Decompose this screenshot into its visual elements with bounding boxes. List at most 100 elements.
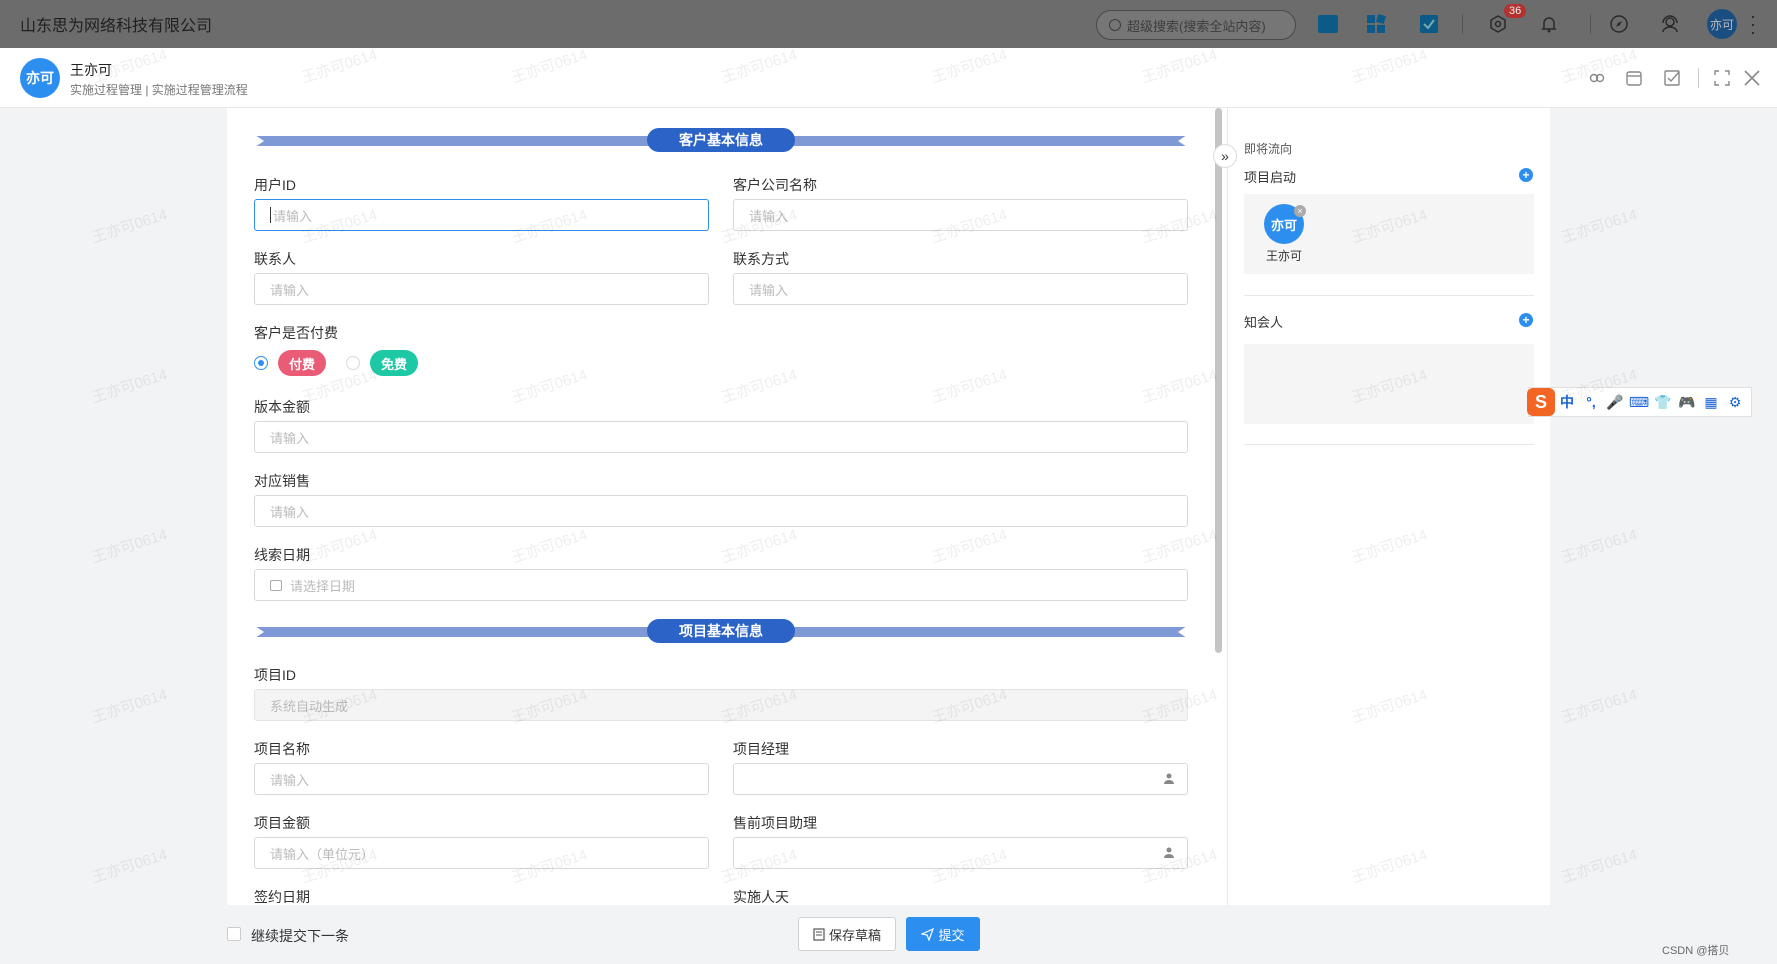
project-amount-input[interactable]: 请输入（单位元） bbox=[254, 837, 709, 869]
section-title: 项目基本信息 bbox=[647, 619, 795, 643]
watermark-text: 王亦可0614 bbox=[1559, 526, 1640, 567]
bell-icon[interactable] bbox=[1537, 12, 1561, 36]
document-icon bbox=[813, 927, 825, 941]
project-id-input: 系统自动生成 bbox=[254, 689, 1188, 721]
project-name-input[interactable]: 请输入 bbox=[254, 763, 709, 795]
sogou-logo: S bbox=[1527, 388, 1555, 416]
contact-method-input[interactable]: 请输入 bbox=[733, 273, 1188, 305]
breadcrumb: 实施过程管理 | 实施过程管理流程 bbox=[70, 83, 248, 97]
continue-label: 继续提交下一条 bbox=[251, 928, 349, 944]
applicant-name: 王亦可 bbox=[70, 62, 112, 78]
user-icon bbox=[1163, 846, 1175, 861]
remove-assignee-icon[interactable]: × bbox=[1294, 205, 1306, 217]
version-amount-input[interactable]: 请输入 bbox=[254, 421, 1188, 453]
presales-assistant-picker[interactable] bbox=[733, 837, 1188, 869]
user-id-label: 用户ID bbox=[254, 177, 296, 193]
cc-box bbox=[1244, 344, 1534, 424]
add-cc-icon[interactable]: + bbox=[1519, 313, 1533, 327]
divider bbox=[1244, 295, 1534, 296]
project-name-label: 项目名称 bbox=[254, 741, 310, 757]
save-draft-button[interactable]: 保存草稿 bbox=[798, 917, 896, 951]
radio-paid[interactable] bbox=[254, 356, 268, 370]
watermark-text: 王亦可0614 bbox=[89, 846, 170, 887]
compass-icon[interactable] bbox=[1607, 12, 1631, 36]
applicant-avatar: 亦可 bbox=[20, 58, 60, 98]
watermark-text: 王亦可0614 bbox=[1559, 686, 1640, 727]
add-assignee-icon[interactable]: + bbox=[1519, 168, 1533, 182]
credit-text: CSDN @搭贝 bbox=[1662, 945, 1730, 957]
calendar-icon bbox=[270, 579, 282, 591]
project-manager-picker[interactable] bbox=[733, 763, 1188, 795]
game-icon[interactable]: 🎮 bbox=[1675, 394, 1699, 411]
support-agent-icon[interactable] bbox=[1658, 12, 1682, 36]
sign-date-label: 签约日期 bbox=[254, 889, 310, 905]
watermark-text: 王亦可0614 bbox=[1559, 846, 1640, 887]
radio-free[interactable] bbox=[346, 356, 360, 370]
global-search-input[interactable]: 超级搜索(搜索全站内容) bbox=[1096, 10, 1296, 40]
assignee-name: 王亦可 bbox=[1266, 249, 1303, 263]
company-name-label: 客户公司名称 bbox=[733, 177, 817, 193]
section-banner-customer: 客户基本信息 bbox=[252, 128, 1190, 154]
search-icon bbox=[1109, 19, 1121, 31]
user-avatar[interactable]: 亦可 bbox=[1707, 9, 1737, 39]
toolbox-icon[interactable]: ▦ bbox=[1699, 394, 1723, 411]
project-manager-label: 项目经理 bbox=[733, 741, 789, 757]
sales-input[interactable]: 请输入 bbox=[254, 495, 1188, 527]
tag-paid[interactable]: 付费 bbox=[278, 350, 326, 376]
watermark-text: 王亦可0614 bbox=[89, 366, 170, 407]
flow-title: 即将流向 bbox=[1244, 142, 1293, 156]
apps-grid-icon[interactable] bbox=[1364, 12, 1388, 36]
watermark-text: 王亦可0614 bbox=[89, 526, 170, 567]
lead-date-label: 线索日期 bbox=[254, 547, 310, 563]
calendar-icon[interactable] bbox=[1624, 68, 1644, 88]
send-icon bbox=[921, 927, 935, 941]
search-placeholder: 超级搜索(搜索全站内容) bbox=[1127, 18, 1266, 34]
user-id-input[interactable]: 请输入 bbox=[254, 199, 709, 231]
project-id-label: 项目ID bbox=[254, 667, 296, 683]
user-icon bbox=[1163, 772, 1175, 787]
collapse-panel-button[interactable]: » bbox=[1213, 144, 1237, 168]
company-name: 山东思为网络科技有限公司 bbox=[20, 18, 213, 35]
top-app-bar: 山东思为网络科技有限公司 超级搜索(搜索全站内容) 36 亦可 · · · bbox=[0, 0, 1777, 48]
tag-free[interactable]: 免费 bbox=[370, 350, 418, 376]
watermark-text: 王亦可0614 bbox=[89, 686, 170, 727]
version-amount-label: 版本金额 bbox=[254, 399, 310, 415]
contact-input[interactable]: 请输入 bbox=[254, 273, 709, 305]
section-banner-project: 项目基本信息 bbox=[252, 619, 1190, 645]
watermark-text: 王亦可0614 bbox=[89, 206, 170, 247]
checkbox-icon[interactable] bbox=[1662, 68, 1682, 88]
presales-assistant-label: 售前项目助理 bbox=[733, 815, 817, 831]
ime-punctuation[interactable]: °, bbox=[1579, 394, 1603, 410]
sales-label: 对应销售 bbox=[254, 473, 310, 489]
lead-date-picker[interactable]: 请选择日期 bbox=[254, 569, 1188, 601]
watermark-text: 王亦可0614 bbox=[1559, 206, 1640, 247]
panel-divider bbox=[1227, 108, 1228, 905]
more-vertical-icon[interactable]: · · · bbox=[1750, 7, 1756, 41]
microphone-icon[interactable]: 🎤 bbox=[1603, 394, 1627, 411]
company-name-input[interactable]: 请输入 bbox=[733, 199, 1188, 231]
process-header: 亦可 王亦可 实施过程管理 | 实施过程管理流程 bbox=[0, 48, 1777, 108]
task-check-icon[interactable] bbox=[1417, 12, 1441, 36]
section-title: 客户基本信息 bbox=[647, 128, 795, 152]
contact-label: 联系人 bbox=[254, 251, 296, 267]
flow-step-label: 项目启动 bbox=[1244, 170, 1297, 185]
continue-checkbox[interactable] bbox=[227, 927, 241, 941]
ime-settings-icon[interactable]: ⚙ bbox=[1723, 394, 1747, 411]
ime-chinese-mode[interactable]: 中 bbox=[1555, 392, 1579, 412]
project-amount-label: 项目金额 bbox=[254, 815, 310, 831]
notification-badge: 36 bbox=[1504, 4, 1527, 18]
form-scrollbar[interactable] bbox=[1215, 108, 1222, 653]
impl-days-label: 实施人天 bbox=[733, 889, 789, 905]
link-icon[interactable] bbox=[1587, 68, 1607, 88]
close-icon[interactable] bbox=[1742, 68, 1762, 88]
contact-method-label: 联系方式 bbox=[733, 251, 789, 267]
divider bbox=[1244, 444, 1534, 445]
ime-toolbar[interactable]: S 中 °, 🎤 ⌨ 👕 🎮 ▦ ⚙ bbox=[1527, 387, 1752, 417]
fullscreen-icon[interactable] bbox=[1712, 68, 1732, 88]
keyboard-icon[interactable]: ⌨ bbox=[1627, 394, 1651, 411]
submit-button[interactable]: 提交 bbox=[906, 917, 980, 951]
skin-icon[interactable]: 👕 bbox=[1651, 394, 1675, 411]
monitor-icon[interactable] bbox=[1316, 12, 1340, 36]
cc-label: 知会人 bbox=[1244, 315, 1284, 330]
paid-label: 客户是否付费 bbox=[254, 325, 338, 341]
